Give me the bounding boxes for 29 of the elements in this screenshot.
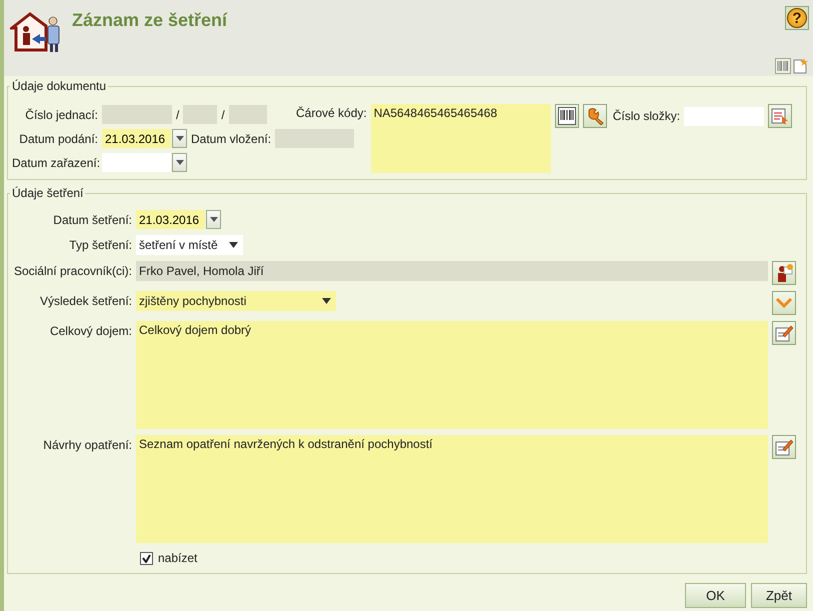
field-label: Číslo jednací: (24, 108, 98, 122)
ok-button[interactable]: OK (684, 583, 746, 608)
section-legend: Údaje šetření (10, 186, 86, 200)
field-label: Datum zařazení: (12, 156, 98, 170)
field-label: Typ šetření: (68, 237, 132, 252)
social-workers-field[interactable]: Frko Pavel, Homola Jiří (136, 261, 768, 281)
help-button[interactable]: ? (785, 6, 809, 30)
field-label: Návrhy opatření: (42, 437, 132, 452)
field-label: Čárové kódy: (296, 106, 367, 120)
date-field[interactable]: 21.03.2016 (136, 210, 205, 229)
separator: / (221, 108, 225, 122)
checkbox-label: nabízet (158, 551, 198, 565)
field-label: Datum podání: (18, 132, 98, 146)
field-label: Datum vložení: (191, 132, 272, 146)
field-label: Sociální pracovník(ci): (12, 263, 132, 278)
field-label: Celkový dojem: (48, 323, 132, 338)
date-field[interactable]: 21.03.2016 (102, 129, 171, 148)
window-title: Záznam ze šetření (72, 10, 228, 32)
impression-field[interactable]: Celkový dojem dobrý (136, 321, 768, 429)
proposals-field[interactable]: Seznam opatření navržených k odstranění pochybností (136, 435, 768, 543)
field-label: Číslo složky: (612, 109, 680, 123)
type-dropdown[interactable]: šetření v místě (136, 235, 243, 255)
separator: / (176, 108, 180, 122)
result-dropdown[interactable]: zjištěny pochybnosti (136, 291, 336, 311)
section-legend: Údaje dokumentu (10, 79, 108, 93)
back-button[interactable]: Zpět (750, 583, 807, 608)
field-label: Výsledek šetření: (38, 293, 132, 308)
field-label: Datum šetření: (52, 212, 132, 227)
barcode-field[interactable]: NA5648465465465468 (370, 104, 551, 173)
